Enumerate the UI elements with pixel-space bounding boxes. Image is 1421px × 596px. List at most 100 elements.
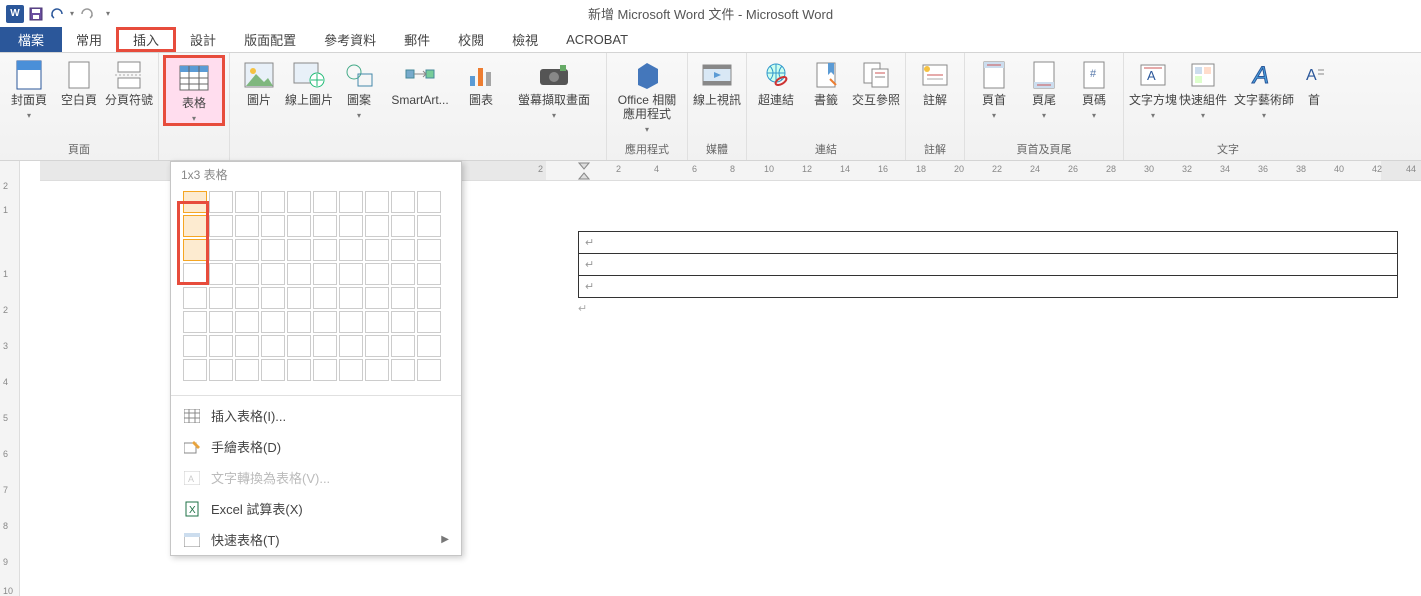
grid-cell[interactable]	[261, 215, 285, 237]
grid-cell[interactable]	[183, 215, 207, 237]
excel-spreadsheet-menu-item[interactable]: X Excel 試算表(X)	[171, 493, 461, 524]
grid-cell[interactable]	[365, 239, 389, 261]
screenshot-button[interactable]: 螢幕擷取畫面	[506, 55, 602, 120]
grid-cell[interactable]	[183, 287, 207, 309]
grid-cell[interactable]	[391, 359, 415, 381]
grid-cell[interactable]	[209, 335, 233, 357]
grid-cell[interactable]	[287, 191, 311, 213]
grid-cell[interactable]	[391, 263, 415, 285]
office-apps-button[interactable]: Office 相關 應用程式	[611, 55, 683, 134]
drop-cap-button[interactable]: A 首	[1300, 55, 1328, 108]
grid-cell[interactable]	[417, 263, 441, 285]
grid-cell[interactable]	[339, 311, 363, 333]
undo-icon[interactable]	[48, 6, 66, 22]
grid-cell[interactable]	[391, 215, 415, 237]
grid-cell[interactable]	[287, 215, 311, 237]
grid-cell[interactable]	[365, 191, 389, 213]
tab-mailings[interactable]: 郵件	[390, 27, 444, 52]
grid-cell[interactable]	[365, 311, 389, 333]
grid-cell[interactable]	[209, 359, 233, 381]
undo-dropdown-icon[interactable]: ▾	[70, 9, 74, 18]
grid-cell[interactable]	[209, 215, 233, 237]
grid-cell[interactable]	[183, 263, 207, 285]
redo-icon[interactable]	[78, 6, 96, 22]
tab-review[interactable]: 校閱	[444, 27, 498, 52]
grid-cell[interactable]	[261, 335, 285, 357]
tab-file[interactable]: 檔案	[0, 27, 62, 52]
grid-cell[interactable]	[365, 335, 389, 357]
tab-layout[interactable]: 版面配置	[230, 27, 310, 52]
grid-cell[interactable]	[417, 359, 441, 381]
grid-cell[interactable]	[365, 359, 389, 381]
online-video-button[interactable]: 線上視訊	[692, 55, 742, 108]
grid-cell[interactable]	[339, 335, 363, 357]
grid-cell[interactable]	[209, 263, 233, 285]
grid-cell[interactable]	[391, 311, 415, 333]
grid-cell[interactable]	[235, 239, 259, 261]
grid-cell[interactable]	[417, 335, 441, 357]
bookmark-button[interactable]: 書籤	[801, 55, 851, 108]
grid-cell[interactable]	[287, 239, 311, 261]
grid-cell[interactable]	[261, 359, 285, 381]
blank-page-button[interactable]: 空白頁	[54, 55, 104, 108]
grid-cell[interactable]	[339, 239, 363, 261]
tab-view[interactable]: 檢視	[498, 27, 552, 52]
grid-cell[interactable]	[183, 191, 207, 213]
grid-cell[interactable]	[261, 239, 285, 261]
grid-cell[interactable]	[313, 359, 337, 381]
grid-cell[interactable]	[339, 287, 363, 309]
table-button[interactable]: 表格	[163, 55, 225, 126]
insert-table-menu-item[interactable]: 插入表格(I)...	[171, 400, 461, 431]
grid-cell[interactable]	[235, 191, 259, 213]
tab-references[interactable]: 參考資料	[310, 27, 390, 52]
document-page[interactable]: ↵ ↵ ↵ ↵	[528, 183, 1401, 315]
grid-cell[interactable]	[287, 287, 311, 309]
table-cell[interactable]: ↵	[579, 254, 1398, 276]
grid-cell[interactable]	[261, 191, 285, 213]
grid-cell[interactable]	[287, 263, 311, 285]
grid-cell[interactable]	[235, 215, 259, 237]
table-grid-picker[interactable]	[171, 189, 461, 391]
grid-cell[interactable]	[417, 287, 441, 309]
grid-cell[interactable]	[209, 287, 233, 309]
tab-home[interactable]: 常用	[62, 27, 116, 52]
grid-cell[interactable]	[417, 191, 441, 213]
grid-cell[interactable]	[417, 311, 441, 333]
grid-cell[interactable]	[313, 239, 337, 261]
save-icon[interactable]	[28, 6, 44, 22]
hyperlink-button[interactable]: 超連結	[751, 55, 801, 108]
grid-cell[interactable]	[183, 239, 207, 261]
indent-marker-icon[interactable]	[578, 162, 590, 180]
grid-cell[interactable]	[391, 287, 415, 309]
grid-cell[interactable]	[313, 335, 337, 357]
footer-button[interactable]: 頁尾	[1019, 55, 1069, 120]
grid-cell[interactable]	[183, 311, 207, 333]
grid-cell[interactable]	[313, 191, 337, 213]
grid-cell[interactable]	[313, 287, 337, 309]
tab-design[interactable]: 設計	[176, 27, 230, 52]
grid-cell[interactable]	[235, 359, 259, 381]
grid-cell[interactable]	[417, 239, 441, 261]
page-number-button[interactable]: # 頁碼	[1069, 55, 1119, 120]
cross-reference-button[interactable]: 交互參照	[851, 55, 901, 108]
grid-cell[interactable]	[209, 191, 233, 213]
grid-cell[interactable]	[339, 191, 363, 213]
grid-cell[interactable]	[287, 359, 311, 381]
page-break-button[interactable]: 分頁符號	[104, 55, 154, 108]
grid-cell[interactable]	[235, 335, 259, 357]
draw-table-menu-item[interactable]: 手繪表格(D)	[171, 431, 461, 462]
shapes-button[interactable]: 圖案	[334, 55, 384, 120]
qat-customize-icon[interactable]: ▾	[106, 9, 110, 18]
smartart-button[interactable]: SmartArt...	[384, 55, 456, 108]
grid-cell[interactable]	[391, 191, 415, 213]
table-cell[interactable]: ↵	[579, 232, 1398, 254]
grid-cell[interactable]	[183, 335, 207, 357]
cover-page-button[interactable]: 封面頁	[4, 55, 54, 120]
grid-cell[interactable]	[365, 287, 389, 309]
grid-cell[interactable]	[391, 335, 415, 357]
comment-button[interactable]: 註解	[910, 55, 960, 108]
quick-parts-button[interactable]: 快速組件	[1178, 55, 1228, 120]
grid-cell[interactable]	[261, 311, 285, 333]
table-cell[interactable]: ↵	[579, 276, 1398, 298]
grid-cell[interactable]	[287, 311, 311, 333]
